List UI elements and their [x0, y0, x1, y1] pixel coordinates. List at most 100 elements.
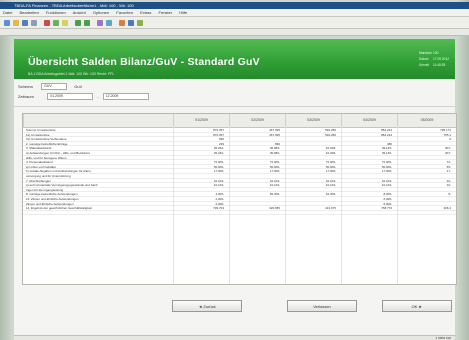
open-icon[interactable]: [13, 20, 19, 26]
schema-field[interactable]: GUV: [41, 83, 68, 91]
row-label: 7. Abschreibungen: [26, 178, 51, 183]
table-cell: 17-: [446, 169, 451, 174]
info-label-uhrzeit: Uhrzeit: [419, 63, 430, 67]
refresh-icon[interactable]: [53, 20, 59, 26]
table-cell: 64.006-: [325, 192, 336, 197]
table-cell: 17.006-: [381, 169, 392, 174]
info-value-uhrzeit: 11:45:35: [433, 63, 446, 67]
menu-fenster[interactable]: Fenster: [159, 10, 173, 15]
column-divider: [341, 127, 342, 284]
delete-icon[interactable]: [44, 20, 50, 26]
table-cell: 25.262-: [213, 150, 224, 155]
table-cell: 594.056: [325, 132, 336, 137]
export-icon[interactable]: [106, 20, 112, 26]
menu-hilfe[interactable]: Hilfe: [179, 10, 187, 15]
table-cell: 10.028-: [325, 150, 336, 155]
table-cell: 326.955: [269, 206, 280, 211]
row-label: 2. sonstige betriebliche Erträge: [26, 141, 68, 146]
row-label: 1b) Umsatzerlöse Verbundene: [26, 137, 67, 142]
tab-strip: [0, 29, 469, 36]
forward-icon[interactable]: [84, 20, 90, 26]
help-icon[interactable]: [137, 20, 143, 26]
ok-button[interactable]: OK ►: [382, 300, 452, 312]
table-cell: 690: [218, 137, 224, 142]
zeitraum-label: Zeitraum: [18, 94, 34, 99]
table-cell: 10.103-: [381, 178, 392, 183]
new-icon[interactable]: [4, 20, 10, 26]
table-cell: 10.103-: [325, 178, 336, 183]
filter-form: Schema GUV GuV Zeitraum 01.2009 - 12.200…: [14, 79, 455, 107]
menu-bearbeiten[interactable]: Bearbeiten: [19, 10, 38, 15]
menu-favoriten[interactable]: Favoriten: [116, 10, 133, 15]
zeitraum-from-field[interactable]: 01.2009: [47, 93, 94, 101]
table-cell: 10-: [446, 178, 451, 183]
column-divider: [285, 127, 286, 284]
table-cell: 594.056: [325, 128, 336, 132]
table-cell: 239: [218, 141, 224, 146]
menu-ansicht[interactable]: Ansicht: [73, 10, 86, 15]
column-divider: [229, 127, 230, 284]
table-cell: 795.171: [440, 128, 451, 132]
table-cell: 6.006-: [383, 196, 392, 201]
column-header[interactable]: 03/2009: [285, 114, 341, 127]
table-cell: 55.606-: [213, 164, 224, 169]
table-cell: 55.606-: [269, 164, 280, 169]
table-cell: 10-: [446, 183, 451, 188]
background-right: [457, 0, 469, 340]
table-cell: 8.006-: [383, 192, 392, 197]
background-left: [0, 0, 12, 340]
back-button[interactable]: ◄ Zurück: [172, 300, 242, 312]
table-cell: 84.006-: [269, 192, 280, 197]
table-cell: 480: [386, 141, 392, 146]
row-label: b) soziale Abgaben und Aufwendungen für …: [26, 169, 91, 174]
table-cell: 17.006-: [269, 169, 280, 174]
table-cell: 0: [449, 137, 451, 142]
schema-row: Schema GUV GuV: [18, 83, 83, 91]
column-header[interactable]: 04/2009: [341, 114, 397, 127]
table-body: Summe Umsatzerlöse 876.057 467.995 594.056 8…: [23, 128, 456, 216]
column-header[interactable]: 02/2009: [229, 114, 285, 127]
save-icon[interactable]: [22, 20, 28, 26]
menu-funktionen[interactable]: Funktionen: [46, 10, 66, 15]
row-label: 3. Materialaufwand: [26, 146, 52, 151]
row-label: a) Löhne und Gehälter: [26, 164, 57, 169]
chart-icon[interactable]: [119, 20, 125, 26]
table-cell: 55.606-: [325, 164, 336, 169]
leave-button[interactable]: Verlassen: [287, 300, 357, 312]
back-icon[interactable]: [75, 20, 81, 26]
toolbar: [0, 17, 469, 29]
column-header[interactable]: 01/2009: [173, 114, 229, 127]
column-header[interactable]: 05/2009: [397, 114, 456, 127]
row-label: a) auf immaterielle Vermögensgegenstände…: [26, 183, 98, 188]
menu-extras[interactable]: Extras: [140, 10, 151, 15]
table-row[interactable]: [23, 211, 456, 216]
column-header[interactable]: [23, 114, 173, 127]
info-value-datum: 17.09.2012: [433, 57, 449, 61]
table-cell: 467.995: [269, 128, 280, 132]
table-cell: 307-: [444, 146, 451, 151]
settings-icon[interactable]: [128, 20, 134, 26]
zeitraum-to-field[interactable]: 12.2009: [102, 93, 149, 101]
table-cell: 876.057: [213, 132, 224, 137]
table-cell: 306.4: [443, 206, 451, 211]
table-cell: 72.006-: [381, 160, 392, 165]
table-cell: 10.103-: [213, 178, 224, 183]
row-label: 4. Personalaufwand: [26, 160, 53, 165]
table-cell: 55.606-: [381, 164, 392, 169]
table-cell: 10.103-: [325, 183, 336, 188]
table-cell: 72.006-: [213, 160, 224, 165]
search-icon[interactable]: [62, 20, 68, 26]
table-cell: 467.995: [269, 132, 280, 137]
menu-datei[interactable]: Datei: [3, 10, 12, 15]
info-value-mandant: 100: [433, 51, 439, 55]
table-cell: 6.006-: [383, 201, 392, 206]
table-cell: 795.1: [443, 132, 451, 137]
filter-icon[interactable]: [97, 20, 103, 26]
print-icon[interactable]: [31, 20, 37, 26]
row-label: Hilfs- und für bezogene Waren: [26, 155, 67, 160]
status-bar: 1 OBW 100: [14, 335, 455, 340]
schema-description: GuV: [74, 84, 83, 89]
zeitraum-row: Zeitraum 01.2009 - 12.2009: [18, 93, 149, 101]
header-info: Mandant 100 Datum 17.09.2012 Uhrzeit 11:45:…: [419, 50, 449, 68]
menu-optionen[interactable]: Optionen: [93, 10, 109, 15]
